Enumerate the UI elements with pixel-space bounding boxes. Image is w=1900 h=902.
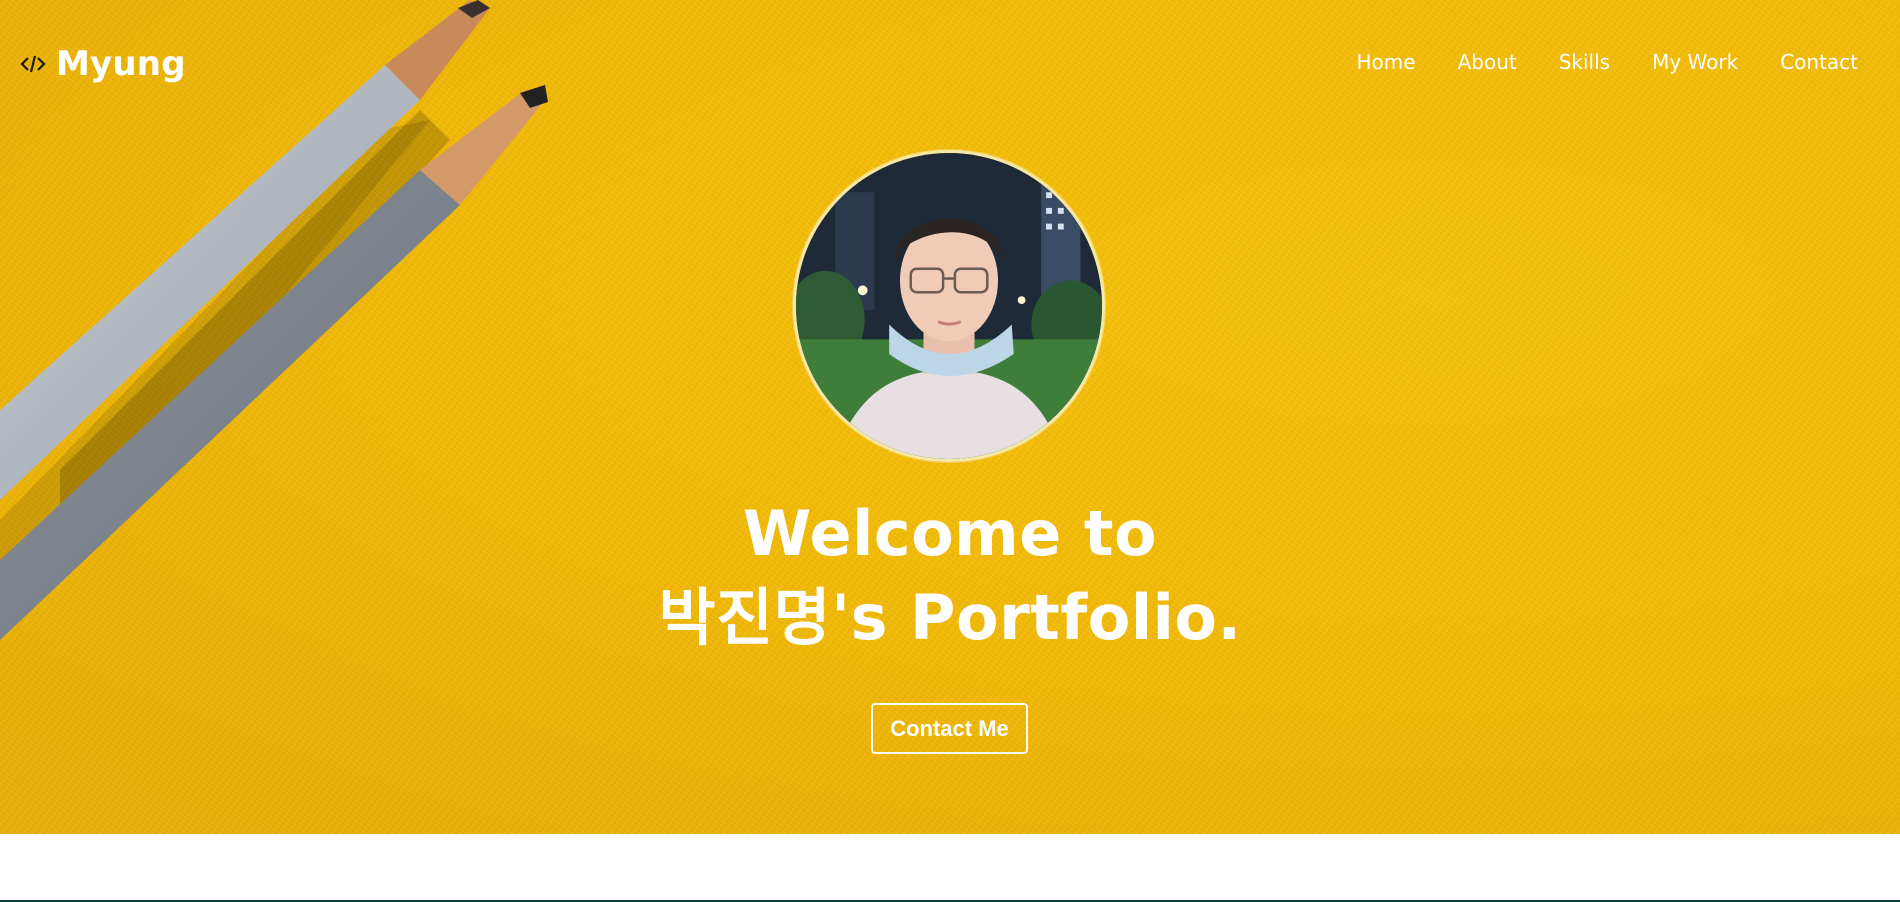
navbar-menu: Home About Skills My Work Contact: [1357, 50, 1858, 74]
menu-item-home[interactable]: Home: [1357, 50, 1416, 74]
hero-title-line1: Welcome to: [742, 497, 1158, 570]
hero-title-line2: 박진명's Portfolio.: [658, 581, 1242, 654]
profile-avatar: [793, 150, 1105, 462]
menu-item-my-work[interactable]: My Work: [1652, 50, 1738, 74]
about-section-top: [0, 834, 1900, 902]
logo-text: Myung: [56, 44, 186, 84]
hero-title: Welcome to 박진명's Portfolio.: [0, 492, 1900, 660]
navbar: Myung Home About Skills My Work Contact: [0, 0, 1900, 130]
profile-photo: [796, 153, 1102, 459]
menu-item-about[interactable]: About: [1458, 50, 1517, 74]
menu-item-contact[interactable]: Contact: [1780, 50, 1858, 74]
contact-me-button[interactable]: Contact Me: [871, 703, 1028, 754]
code-icon: [20, 55, 46, 73]
logo-link[interactable]: Myung: [20, 44, 186, 84]
home-section: Myung Home About Skills My Work Contact: [0, 0, 1900, 834]
menu-item-skills[interactable]: Skills: [1559, 50, 1610, 74]
